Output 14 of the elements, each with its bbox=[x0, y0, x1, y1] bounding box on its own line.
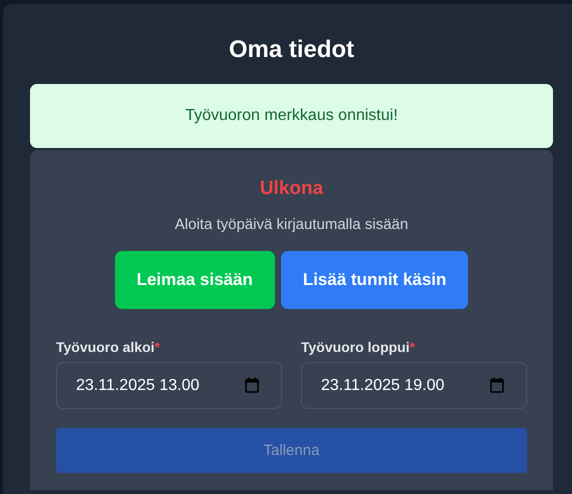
datetime-field[interactable]: 23.11.2025 13.00 bbox=[56, 362, 282, 409]
calendar-icon[interactable] bbox=[245, 377, 259, 393]
required-marker: * bbox=[154, 339, 160, 355]
action-button[interactable]: Lisää tunnit käsin bbox=[280, 251, 468, 309]
success-alert: Työvuoron merkkaus onnistui! bbox=[30, 84, 553, 148]
status-hint: Aloita työpäivä kirjautumalla sisään bbox=[174, 216, 410, 233]
calendar-icon[interactable] bbox=[490, 377, 504, 393]
field-label: Työvuoro alkoi bbox=[56, 339, 155, 355]
page-title: Oma tiedot bbox=[228, 35, 356, 65]
status-label: Ulkona bbox=[258, 178, 324, 200]
field-label: Työvuoro loppui bbox=[301, 339, 410, 355]
required-marker: * bbox=[410, 339, 416, 355]
datetime-field[interactable]: 23.11.2025 19.00 bbox=[301, 362, 527, 409]
action-button[interactable]: Leimaa sisään bbox=[114, 251, 275, 309]
